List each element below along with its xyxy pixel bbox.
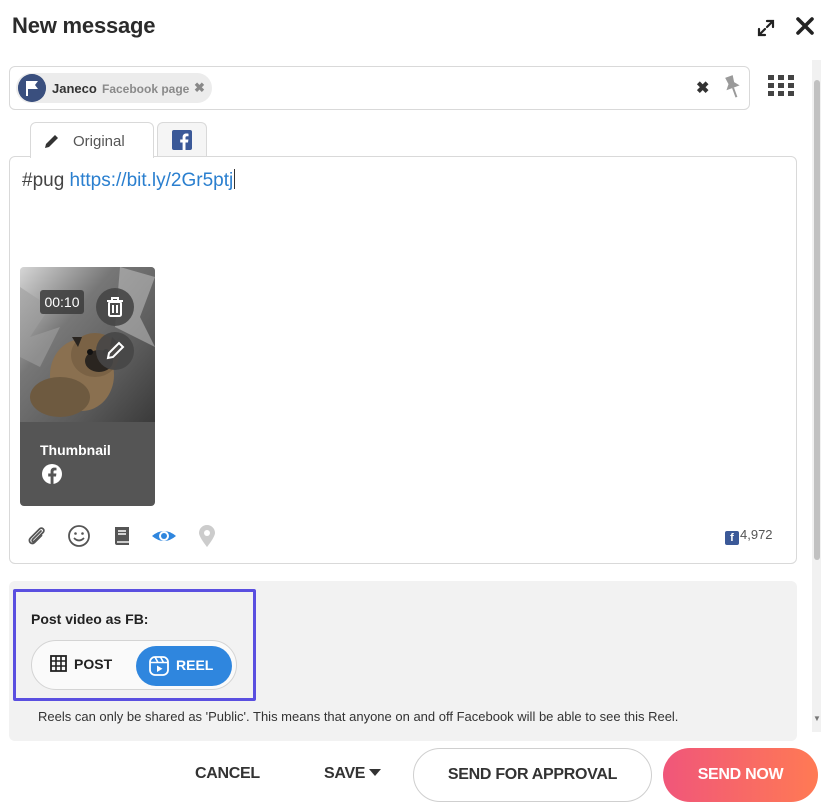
edit-pencil-icon	[106, 341, 125, 360]
facebook-page-flag-icon	[18, 74, 46, 102]
message-text[interactable]: #pug https://bit.ly/2Gr5ptj	[22, 169, 236, 192]
send-now-button[interactable]: SEND NOW	[663, 748, 818, 802]
message-link[interactable]: https://bit.ly/2Gr5ptj	[70, 170, 234, 191]
close-icon[interactable]	[794, 15, 816, 37]
hashtag-text: #pug	[22, 170, 70, 191]
delete-media-button[interactable]	[96, 288, 134, 326]
char-count-value: 4,972	[740, 527, 773, 542]
cancel-label: CANCEL	[195, 765, 260, 782]
pin-icon[interactable]	[720, 73, 744, 101]
expand-icon[interactable]	[756, 18, 776, 38]
facebook-char-count: f 4,972	[725, 527, 773, 545]
tab-original[interactable]: Original	[30, 122, 154, 158]
reel-icon	[149, 656, 169, 676]
emoji-icon[interactable]	[66, 523, 92, 549]
reel-option[interactable]: REEL	[136, 646, 232, 686]
video-thumbnail[interactable]: 00:10 Thumbnail	[20, 267, 155, 506]
save-label: SAVE	[324, 765, 366, 782]
thumbnail-label[interactable]: Thumbnail	[40, 442, 111, 458]
post-option-label: POST	[74, 656, 113, 672]
tab-facebook[interactable]	[157, 122, 207, 156]
post-type-toggle[interactable]: POST REEL	[31, 640, 237, 690]
text-caret	[234, 169, 236, 189]
post-option[interactable]: POST	[50, 655, 112, 672]
grid-icon	[50, 655, 67, 672]
send-for-approval-button[interactable]: SEND FOR APPROVAL	[413, 748, 652, 802]
preview-eye-icon[interactable]	[151, 523, 177, 549]
message-editor[interactable]: #pug https://bit.ly/2Gr5ptj 00:10 Thumbn…	[9, 156, 797, 564]
pencil-icon	[45, 135, 58, 148]
dialog-title: New message	[12, 13, 156, 38]
video-duration: 00:10	[40, 290, 84, 314]
library-icon[interactable]	[109, 523, 135, 549]
scroll-down-arrow-icon[interactable]: ▼	[813, 714, 821, 723]
caret-down-icon	[369, 769, 382, 776]
scrollbar-thumb[interactable]	[814, 80, 820, 560]
facebook-icon: f	[725, 531, 739, 545]
grid-menu-icon[interactable]	[768, 75, 794, 97]
facebook-icon	[172, 130, 192, 150]
profile-chip[interactable]: Janeco Facebook page ✖	[16, 73, 212, 103]
location-icon[interactable]	[194, 523, 220, 549]
clear-profiles-icon[interactable]: ✖	[696, 78, 709, 98]
profile-name: Janeco	[52, 81, 97, 96]
profile-selector[interactable]: Janeco Facebook page ✖ ✖	[9, 66, 750, 110]
tab-original-label: Original	[73, 133, 125, 150]
attachment-icon[interactable]	[24, 523, 50, 549]
trash-icon	[107, 297, 123, 317]
remove-profile-icon[interactable]: ✖	[194, 80, 205, 96]
save-button[interactable]: SAVE	[324, 765, 382, 783]
facebook-icon	[42, 464, 62, 484]
cancel-button[interactable]: CANCEL	[195, 765, 260, 783]
reel-option-label: REEL	[176, 657, 214, 673]
post-video-as-label: Post video as FB:	[31, 611, 149, 627]
edit-media-button[interactable]	[96, 332, 134, 370]
profile-type: Facebook page	[102, 82, 190, 96]
reels-public-note: Reels can only be shared as 'Public'. Th…	[38, 709, 679, 724]
